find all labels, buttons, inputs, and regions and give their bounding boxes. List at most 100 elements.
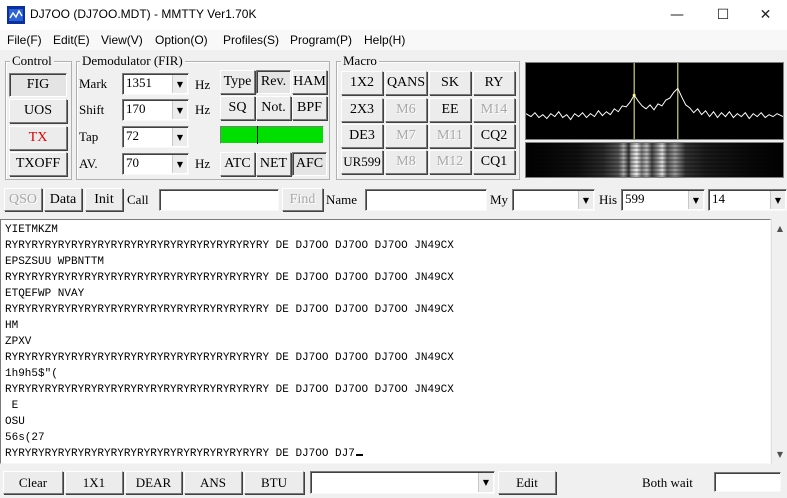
av-value: 70 [126, 155, 139, 170]
my-rst-combo[interactable]: ▼ [512, 189, 595, 211]
name-input[interactable] [365, 189, 487, 211]
init-button[interactable]: Init [85, 188, 123, 211]
dear-button[interactable]: DEAR [125, 471, 182, 494]
menu-profiles[interactable]: Profiles(S) [223, 33, 279, 47]
fig-button[interactable]: FIG [9, 73, 67, 97]
scroll-up-icon[interactable]: ▲ [772, 220, 787, 236]
macro-sk-button[interactable]: SK [429, 71, 471, 95]
macro-select-combo[interactable]: ▼ [310, 471, 495, 494]
rev-button[interactable]: Rev. [256, 70, 291, 94]
sq-button[interactable]: SQ [220, 96, 255, 120]
edit-button[interactable]: Edit [498, 471, 556, 494]
macro-cq1-button[interactable]: CQ1 [473, 150, 515, 174]
macro-ry-button[interactable]: RY [473, 71, 515, 95]
tx-button[interactable]: TX [9, 126, 67, 150]
level-meter [220, 126, 324, 144]
his-label: His [599, 192, 618, 207]
chevron-down-icon[interactable]: ▼ [578, 191, 593, 209]
data-button[interactable]: Data [44, 188, 82, 211]
minimize-button[interactable]: — [654, 0, 700, 30]
macro-qans-button[interactable]: QANS [385, 71, 427, 95]
atc-button[interactable]: ATC [220, 152, 255, 176]
macro-m14-button[interactable]: M14 [473, 98, 515, 122]
macro-1x1-button[interactable]: 1X1 [65, 471, 123, 494]
shift-combo[interactable]: 170 ▼ [122, 99, 189, 121]
tap-combo[interactable]: 72 ▼ [122, 126, 189, 148]
menu-edit[interactable]: Edit(E) [53, 33, 90, 47]
mark-combo[interactable]: 1351 ▼ [122, 73, 189, 95]
chevron-down-icon[interactable]: ▼ [172, 101, 187, 119]
btu-button[interactable]: BTU [244, 471, 304, 494]
macro-m8-button[interactable]: M8 [385, 150, 427, 174]
vertical-scrollbar[interactable]: ▲ ▼ [771, 219, 787, 464]
rx-line: RYRYRYRYRYRYRYRYRYRYRYRYRYRYRYRYRYRYRYRY… [5, 304, 454, 316]
macro-cq2-button[interactable]: CQ2 [473, 124, 515, 148]
squelch-marker [257, 126, 258, 144]
app-icon [7, 6, 25, 24]
menu-view[interactable]: View(V) [101, 33, 143, 47]
spectrum-trace [526, 87, 783, 121]
rx-line: HM [5, 320, 19, 332]
scroll-down-icon[interactable]: ▼ [772, 446, 787, 462]
call-input[interactable] [159, 189, 279, 211]
menu-file[interactable]: File(F) [7, 33, 42, 47]
clear-button[interactable]: Clear [3, 471, 63, 494]
chevron-down-icon[interactable]: ▼ [172, 75, 187, 93]
chevron-down-icon[interactable]: ▼ [478, 473, 493, 492]
macro-2x3-button[interactable]: 2X3 [341, 98, 383, 122]
txoff-button[interactable]: TXOFF [9, 152, 67, 176]
his-rst-value: 599 [625, 191, 645, 206]
macro-m12-button[interactable]: M12 [429, 150, 471, 174]
afc-button[interactable]: AFC [292, 152, 327, 176]
receive-text-area[interactable]: YIETMKZM RYRYRYRYRYRYRYRYRYRYRYRYRYRYRYR… [0, 219, 771, 464]
macro-ur599-button[interactable]: UR599 [341, 150, 383, 174]
waterfall-display[interactable] [525, 142, 784, 178]
chevron-down-icon[interactable]: ▼ [172, 155, 187, 173]
ham-button[interactable]: HAM [292, 70, 327, 94]
rx-line: EPSZSUU WPBNTTM [5, 256, 105, 268]
close-button[interactable]: ✕ [744, 0, 787, 30]
macro-m11-button[interactable]: M11 [429, 124, 471, 148]
rx-line-last-text: RYRYRYRYRYRYRYRYRYRYRYRYRYRYRYRYRYRYRYRY… [5, 448, 355, 460]
shift-label: Shift [79, 102, 105, 117]
mark-value: 1351 [126, 75, 152, 90]
rx-line: RYRYRYRYRYRYRYRYRYRYRYRYRYRYRYRYRYRYRYRY… [5, 272, 454, 284]
ans-button[interactable]: ANS [184, 471, 242, 494]
macro-de3-button[interactable]: DE3 [341, 124, 383, 148]
spectrum-scope[interactable] [525, 62, 784, 140]
rx-line: E [5, 400, 19, 412]
control-legend: Control [10, 53, 54, 68]
menu-option[interactable]: Option(O) [155, 33, 208, 47]
macro-m7-button[interactable]: M7 [385, 124, 427, 148]
net-button[interactable]: NET [256, 152, 291, 176]
tap-label: Tap [79, 129, 99, 144]
find-button[interactable]: Find [282, 188, 323, 211]
chevron-down-icon[interactable]: ▼ [770, 191, 785, 209]
receive-text-lines: YIETMKZM RYRYRYRYRYRYRYRYRYRYRYRYRYRYRYR… [5, 222, 454, 462]
maximize-icon: ☐ [716, 7, 730, 23]
av-combo[interactable]: 70 ▼ [122, 153, 189, 175]
macro-legend: Macro [341, 53, 379, 68]
av-label: AV. [79, 156, 98, 171]
qso-button[interactable]: QSO [4, 188, 42, 211]
chevron-down-icon[interactable]: ▼ [688, 191, 703, 209]
menu-help[interactable]: Help(H) [364, 33, 405, 47]
maximize-button[interactable]: ☐ [700, 0, 746, 30]
macro-m6-button[interactable]: M6 [385, 98, 427, 122]
close-icon: ✕ [759, 7, 772, 23]
menu-program[interactable]: Program(P) [290, 33, 352, 47]
av-hz-label: Hz [195, 156, 211, 171]
rx-line: RYRYRYRYRYRYRYRYRYRYRYRYRYRYRYRYRYRYRYRY… [5, 240, 454, 252]
not-button[interactable]: Not. [256, 96, 291, 120]
uos-button[interactable]: UOS [9, 99, 67, 123]
his-rst-combo[interactable]: 599 ▼ [621, 189, 705, 211]
macro-1x2-button[interactable]: 1X2 [341, 71, 383, 95]
macro-ee-button[interactable]: EE [429, 98, 471, 122]
band-combo[interactable]: 14 ▼ [708, 189, 787, 211]
type-button[interactable]: Type [220, 70, 255, 94]
chevron-down-icon[interactable]: ▼ [172, 128, 187, 146]
tap-value: 72 [126, 128, 139, 143]
bpf-button[interactable]: BPF [292, 96, 327, 120]
call-label: Call [127, 192, 149, 207]
shift-value: 170 [126, 101, 146, 116]
